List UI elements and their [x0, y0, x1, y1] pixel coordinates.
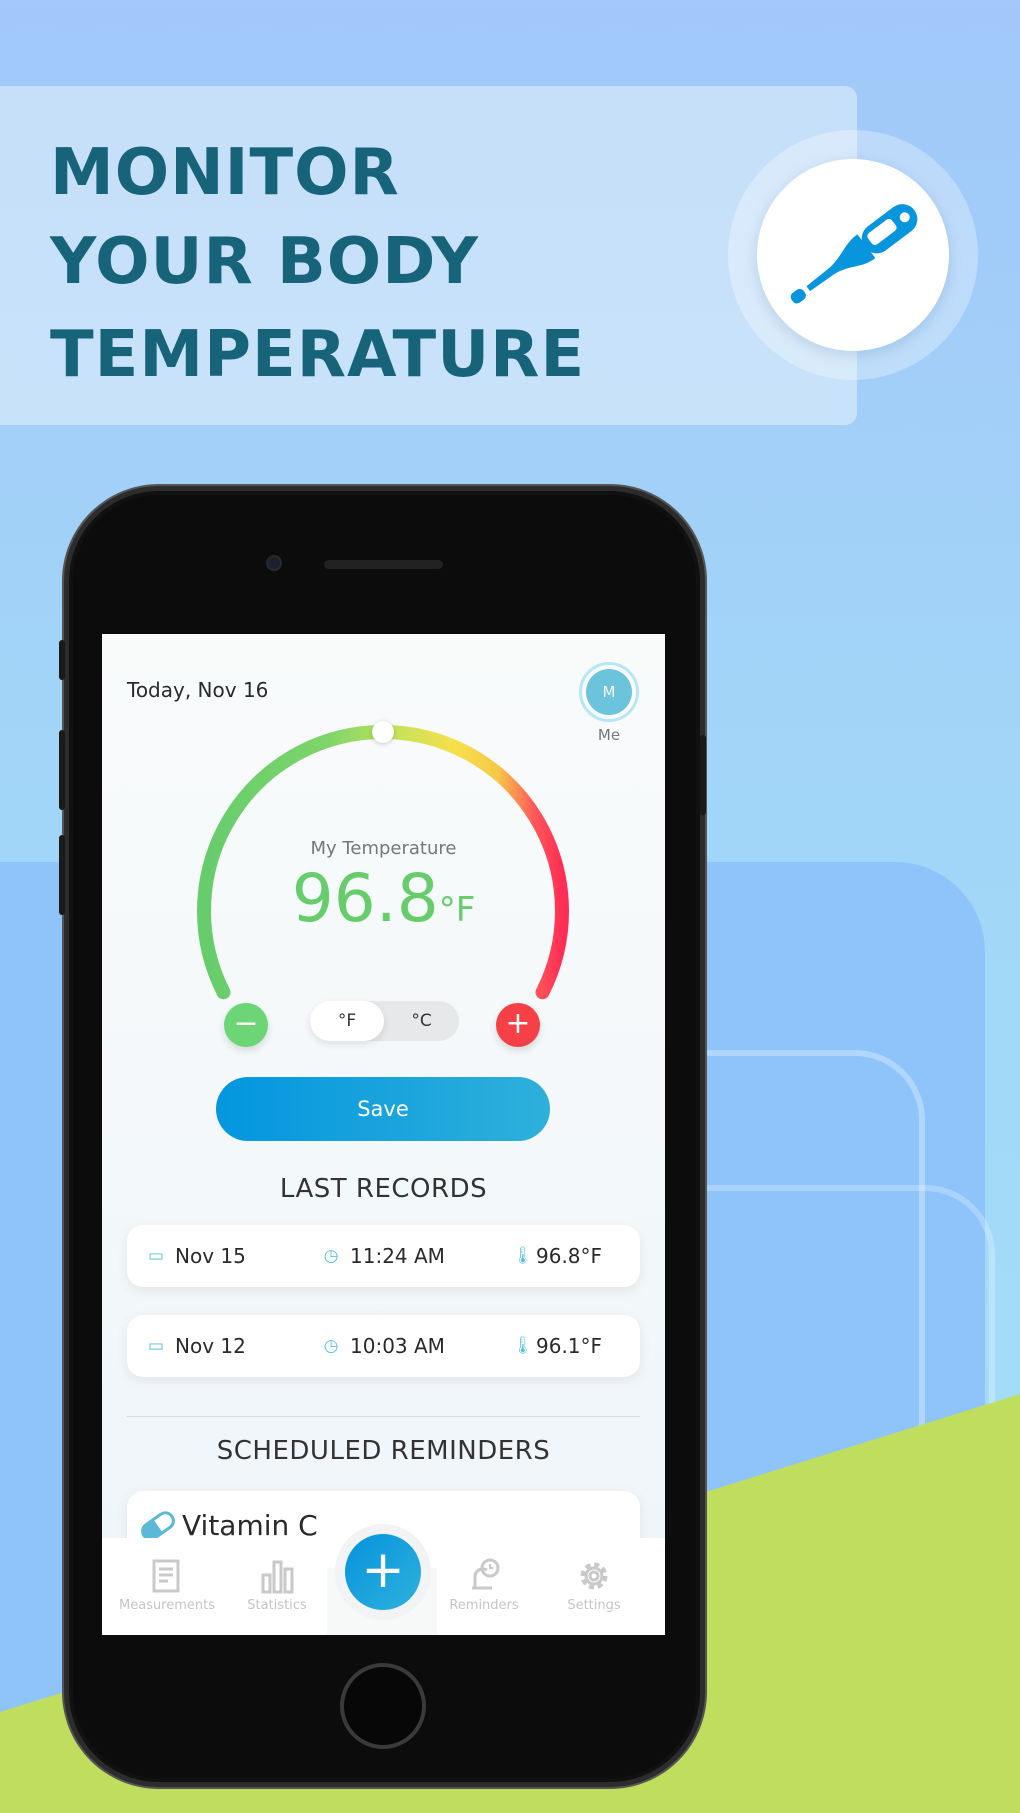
record-date: Nov 12 — [175, 1334, 246, 1358]
front-camera — [266, 555, 282, 571]
app-screen: Today, Nov 16 M Me My Temperature 96.8°F… — [102, 634, 665, 1635]
record-date: Nov 15 — [175, 1244, 246, 1268]
increase-button[interactable]: + — [496, 1003, 540, 1047]
thermometer-icon: 🌡︎ — [512, 1246, 534, 1266]
bottom-nav: Measurements Statistics + Reminders Sett… — [102, 1534, 665, 1635]
gauge-knob[interactable] — [372, 721, 394, 743]
bar-chart-icon — [261, 1560, 294, 1594]
nav-label: Reminders — [449, 1598, 519, 1613]
save-button[interactable]: Save — [216, 1077, 550, 1141]
thermometer-icon: 🌡︎ — [512, 1336, 534, 1356]
mute-switch — [59, 640, 65, 680]
decrease-button[interactable]: − — [224, 1003, 268, 1047]
nav-label: Settings — [567, 1598, 621, 1613]
calendar-icon: ▭ — [147, 1246, 165, 1266]
power-button — [700, 735, 706, 815]
notes-icon — [152, 1559, 180, 1593]
nav-statistics[interactable]: Statistics — [222, 1558, 332, 1613]
temperature-unit: °F — [438, 890, 476, 930]
record-temp: 96.1°F — [536, 1334, 603, 1358]
headline-line-2: YOUR BODY — [50, 225, 479, 299]
volume-down-button — [59, 835, 65, 915]
speaker-grille — [324, 560, 443, 569]
clock-icon: ◷ — [323, 1246, 339, 1266]
record-temp: 96.8°F — [536, 1244, 603, 1268]
thermometer-badge — [757, 159, 949, 351]
gear-icon — [580, 1562, 608, 1590]
nav-reminders[interactable]: Reminders — [429, 1558, 539, 1613]
reminders-title: SCHEDULED REMINDERS — [216, 1436, 551, 1466]
unit-toggle[interactable]: °F °C — [310, 1001, 459, 1041]
nav-settings[interactable]: Settings — [539, 1558, 649, 1613]
nav-measurements[interactable]: Measurements — [112, 1558, 222, 1613]
record-row[interactable]: ▭ Nov 12 ◷ 10:03 AM 🌡︎ 96.1°F — [127, 1315, 640, 1377]
pill-icon — [141, 1511, 175, 1541]
clock-icon: ◷ — [323, 1336, 339, 1356]
home-button[interactable] — [340, 1663, 426, 1749]
bell-clock-icon — [472, 1558, 500, 1590]
unit-fahrenheit[interactable]: °F — [310, 1001, 384, 1041]
headline-line-3: TEMPERATURE — [50, 318, 586, 392]
unit-celsius[interactable]: °C — [384, 1001, 459, 1041]
record-row[interactable]: ▭ Nov 15 ◷ 11:24 AM 🌡︎ 96.8°F — [127, 1225, 640, 1287]
headline-line-1: MONITOR — [50, 136, 400, 210]
thermometer-icon — [790, 204, 918, 304]
record-time: 11:24 AM — [350, 1244, 445, 1268]
last-records-title: LAST RECORDS — [279, 1174, 488, 1204]
add-button[interactable]: + — [345, 1534, 421, 1610]
section-divider — [127, 1416, 640, 1417]
nav-label: Measurements — [118, 1598, 216, 1613]
nav-label: Statistics — [247, 1598, 307, 1613]
volume-up-button — [59, 730, 65, 810]
record-time: 10:03 AM — [350, 1334, 445, 1358]
gauge-label: My Temperature — [310, 838, 457, 859]
temperature-readout: 96.8°F — [102, 866, 665, 932]
calendar-icon: ▭ — [147, 1336, 165, 1356]
temperature-value: 96.8 — [291, 860, 439, 937]
